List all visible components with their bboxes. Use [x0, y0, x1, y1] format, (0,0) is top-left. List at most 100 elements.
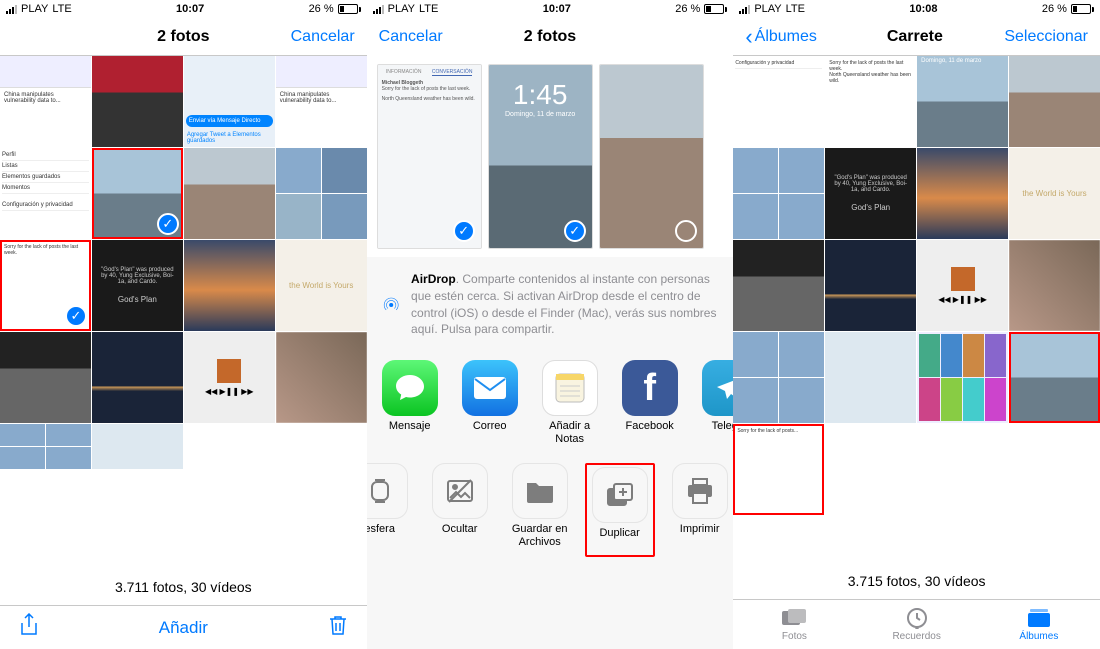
photo-count: 3.711 fotos, 30 vídeos: [0, 561, 367, 605]
network-label: LTE: [786, 3, 805, 15]
photo-thumb[interactable]: ✓: [92, 148, 183, 239]
photo-thumb[interactable]: Sorry for the lack of posts the last wee…: [0, 240, 91, 331]
photo-thumb[interactable]: [0, 332, 91, 423]
action-print[interactable]: Imprimir: [665, 463, 734, 557]
phone-2-share-sheet: PLAY LTE 10:07 26 % Cancelar 2 fotos INF…: [367, 0, 734, 649]
photo-thumb[interactable]: Sorry for the lack of posts the last wee…: [825, 56, 916, 147]
battery-percent: 26 %: [1042, 3, 1067, 15]
photo-thumb[interactable]: the World is Yours: [276, 240, 367, 331]
watchface-icon: [367, 463, 408, 519]
photo-thumb[interactable]: ◀◀ ▶❚❚ ▶▶: [917, 240, 1008, 331]
share-preview-item[interactable]: INFORMACIÓNCONVERSACIÓN Michael Bloggeth…: [377, 64, 482, 249]
photo-thumb[interactable]: [92, 424, 183, 469]
share-preview-item[interactable]: [599, 64, 704, 249]
airdrop-row[interactable]: AirDrop. Comparte contenidos al instante…: [367, 257, 734, 352]
action-hide[interactable]: Ocultar: [425, 463, 495, 557]
signal-bars-icon: [6, 5, 17, 14]
status-bar: PLAY LTE 10:07 26 %: [367, 0, 734, 18]
share-app-notes[interactable]: Añadir a Notas: [535, 360, 605, 446]
photo-thumb[interactable]: [1009, 332, 1100, 423]
bottom-toolbar: Añadir: [0, 605, 367, 649]
photo-thumb[interactable]: [733, 148, 824, 239]
photo-thumb[interactable]: China manipulates vulnerability data to.…: [276, 56, 367, 147]
photo-thumb[interactable]: Enviar vía Mensaje DirectoAgregar Tweet …: [184, 56, 275, 147]
nav-title: 2 fotos: [92, 28, 275, 46]
cancel-button[interactable]: Cancelar: [275, 28, 355, 46]
photo-thumb[interactable]: ◀◀ ▶❚❚ ▶▶: [184, 332, 275, 423]
photo-thumb[interactable]: [917, 332, 1008, 423]
share-app-mail[interactable]: Correo: [455, 360, 525, 446]
photo-grid[interactable]: Configuración y privacidad Sorry for the…: [733, 56, 1100, 555]
gods-plan-title: God's Plan: [831, 203, 910, 212]
memories-tab-icon: [904, 607, 930, 629]
unselected-circle-icon: [675, 220, 697, 242]
photo-thumb[interactable]: [276, 332, 367, 423]
photo-thumb[interactable]: PerfilListasElementos guardadosMomentosC…: [0, 148, 91, 239]
photo-thumb[interactable]: Sorry for the lack of posts...: [733, 424, 824, 515]
clock: 10:08: [909, 3, 937, 15]
tab-photos[interactable]: Fotos: [733, 600, 855, 649]
photo-thumb[interactable]: [276, 148, 367, 239]
nav-bar: ‹Álbumes Carrete Seleccionar: [733, 18, 1100, 56]
photo-thumb[interactable]: Configuración y privacidad: [733, 56, 824, 147]
nav-bar: Cancelar 2 fotos: [367, 18, 734, 56]
nav-bar: 2 fotos Cancelar: [0, 18, 367, 56]
share-actions-row[interactable]: esfera Ocultar Guardar en Archivos Dupli…: [367, 455, 734, 565]
action-save-files[interactable]: Guardar en Archivos: [505, 463, 575, 557]
share-preview-row[interactable]: INFORMACIÓNCONVERSACIÓN Michael Bloggeth…: [367, 56, 734, 257]
mail-icon: [462, 360, 518, 416]
photo-thumb[interactable]: [733, 240, 824, 331]
photo-thumb[interactable]: [184, 148, 275, 239]
tab-albums[interactable]: Álbumes: [978, 600, 1100, 649]
photo-thumb[interactable]: [92, 332, 183, 423]
share-app-message[interactable]: Mensaje: [375, 360, 445, 446]
trash-icon[interactable]: [323, 614, 353, 641]
add-to-button[interactable]: Añadir: [159, 618, 208, 638]
selected-check-icon: ✓: [157, 213, 179, 235]
share-app-telegram[interactable]: Telegra: [695, 360, 734, 446]
phone-1-select-photos: PLAY LTE 10:07 26 % 2 fotos Cancelar Chi…: [0, 0, 367, 649]
photo-thumb[interactable]: China manipulates vulnerability data to.…: [0, 56, 91, 147]
battery-icon: [1071, 4, 1094, 14]
photos-tab-icon: [781, 607, 807, 629]
lockscreen-time: 1:45: [489, 79, 592, 111]
share-app-facebook[interactable]: f Facebook: [615, 360, 685, 446]
lockscreen-date: Domingo, 11 de marzo: [921, 58, 981, 64]
airdrop-icon: [383, 277, 399, 333]
photo-thumb[interactable]: [917, 148, 1008, 239]
photo-thumb[interactable]: [1009, 56, 1100, 147]
tab-memories[interactable]: Recuerdos: [856, 600, 978, 649]
notes-icon: [542, 360, 598, 416]
duplicate-icon: [592, 467, 648, 523]
share-icon[interactable]: [14, 613, 44, 642]
photo-thumb[interactable]: [825, 240, 916, 331]
cancel-button[interactable]: Cancelar: [379, 28, 459, 46]
photo-thumb[interactable]: [825, 332, 916, 423]
photo-thumb[interactable]: [184, 240, 275, 331]
share-apps-row[interactable]: Mensaje Correo Añadir a Notas f Facebook…: [367, 352, 734, 454]
photo-thumb[interactable]: "God's Plan" was produced by 40, Yung Ex…: [92, 240, 183, 331]
gods-plan-caption: "God's Plan" was produced by 40, Yung Ex…: [98, 267, 177, 285]
action-watchface[interactable]: esfera: [367, 463, 415, 557]
share-preview-item[interactable]: 1:45 Domingo, 11 de marzo ✓: [488, 64, 593, 249]
folder-icon: [512, 463, 568, 519]
photo-thumb[interactable]: [1009, 240, 1100, 331]
photo-grid[interactable]: China manipulates vulnerability data to.…: [0, 56, 367, 561]
photo-thumb[interactable]: "God's Plan" was produced by 40, Yung Ex…: [825, 148, 916, 239]
battery-percent: 26 %: [309, 3, 334, 15]
action-duplicate[interactable]: Duplicar: [585, 463, 655, 557]
battery-icon: [338, 4, 361, 14]
status-bar: PLAY LTE 10:07 26 %: [0, 0, 367, 18]
back-button[interactable]: ‹Álbumes: [745, 28, 825, 46]
photo-thumb[interactable]: the World is Yours: [1009, 148, 1100, 239]
selected-check-icon: ✓: [65, 305, 87, 327]
select-button[interactable]: Seleccionar: [1004, 28, 1088, 46]
photo-thumb[interactable]: [92, 56, 183, 147]
photo-thumb[interactable]: [0, 424, 91, 469]
photo-thumb[interactable]: [733, 332, 824, 423]
photo-thumb[interactable]: Domingo, 11 de marzo: [917, 56, 1008, 147]
selected-check-icon: ✓: [564, 220, 586, 242]
message-icon: [382, 360, 438, 416]
carrier-label: PLAY: [388, 3, 415, 15]
signal-bars-icon: [739, 5, 750, 14]
